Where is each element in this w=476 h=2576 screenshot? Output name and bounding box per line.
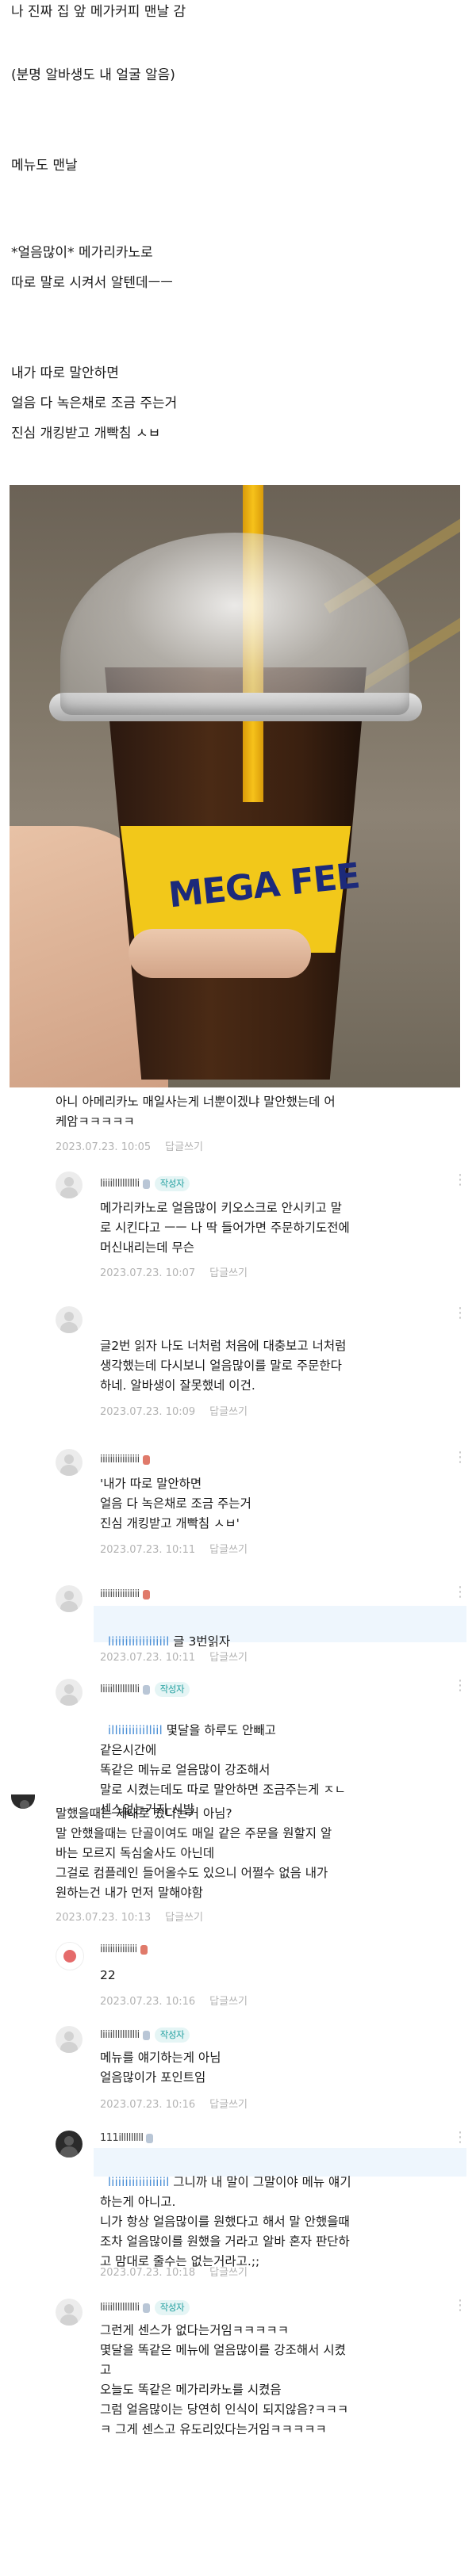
comment-text: 아니 아메리카노 매일사는게 너뿐이겠냐 말안했는데 어 케암ㅋㅋㅋㅋㅋ [56, 1095, 336, 1129]
grade-icon [140, 1944, 148, 1955]
avatar[interactable] [56, 1679, 83, 1706]
finger [129, 929, 311, 978]
post-line-4: *얼음많이* 메가리카노로 [11, 245, 153, 261]
mention-link[interactable]: illiiiiiiiilliil [108, 1723, 163, 1737]
comment-text: 그런게 센스가 없다는거임ㅋㅋㅋㅋㅋ 몇달을 똑같은 메뉴에 얼음많이를 강조해… [100, 2323, 349, 2436]
reply-button[interactable]: 답글쓰기 [209, 1544, 248, 1556]
comment-meta: 2023.07.23. 10:16 답글쓰기 [100, 2096, 248, 2111]
reply-button[interactable]: 답글쓰기 [209, 2099, 248, 2111]
writer-badge: 작성자 [154, 2028, 190, 2043]
more-options-icon[interactable]: ⋮ [453, 1171, 468, 1188]
avatar[interactable] [56, 2026, 83, 2053]
more-options-icon[interactable]: ⋮ [453, 2129, 468, 2146]
comment-meta: 2023.07.23. 10:07 답글쓰기 [100, 1264, 248, 1279]
more-options-icon[interactable]: ⋮ [453, 1677, 468, 1694]
comment-text: 22 [100, 1968, 116, 1982]
comment-date: 2023.07.23. 10:18 [100, 2267, 196, 2279]
comment-text: 메가리카노로 얼음많이 키오스크로 안시키고 말 로 시킨다고 ㅡㅡ 나 딱 들… [100, 1201, 350, 1255]
comment-meta: 2023.07.23. 10:18 답글쓰기 [100, 2264, 248, 2279]
comment-author[interactable]: iiiiiiiiiiiiiiii [100, 1588, 150, 1600]
avatar[interactable] [56, 1585, 83, 1612]
comment-date: 2023.07.23. 10:05 [56, 1141, 152, 1153]
more-options-icon[interactable]: ⋮ [453, 1584, 468, 1600]
post-line-6: 내가 따로 말안하면 [11, 365, 119, 381]
comment-author[interactable]: liiiilllllllllli 작성자 [100, 2300, 190, 2315]
comment-author[interactable]: liiiilllllllllli 작성자 [100, 1176, 190, 1191]
avatar[interactable] [56, 1449, 83, 1476]
comment-date: 2023.07.23. 10:16 [100, 1996, 196, 2008]
writer-badge: 작성자 [154, 1682, 190, 1697]
grade-icon [146, 2133, 154, 2143]
comment-date: 2023.07.23. 10:07 [100, 1267, 196, 1279]
avatar[interactable] [56, 2131, 83, 2157]
reply-button[interactable]: 답글쓰기 [165, 1141, 203, 1153]
comment-date: 2023.07.23. 10:11 [100, 1652, 196, 1664]
post-line-5: 따로 말로 시켜서 알텐데ㅡㅡ [11, 275, 173, 291]
avatar[interactable] [56, 1171, 83, 1198]
comment-author[interactable]: liiiilllllllllli 작성자 [100, 1682, 190, 1697]
grade-icon [142, 1589, 150, 1599]
comment-author[interactable]: liiiilllllllllli 작성자 [100, 2028, 190, 2043]
post-photo[interactable]: MEGA FEE [10, 485, 460, 1087]
comment-text: illiiiiiiiilliil 몇달을 하루도 안빼고 같은시간에 똑같은 메… [100, 1723, 346, 1817]
reply-button[interactable]: 답글쓰기 [209, 1406, 248, 1418]
grade-icon [142, 2030, 150, 2040]
more-options-icon[interactable]: ⋮ [453, 1449, 468, 1466]
comment-author[interactable]: iiiiiiiiiiiiiiii [100, 1454, 150, 1466]
post-line-8: 진심 개킹받고 개빡침 ㅅㅂ [11, 426, 161, 441]
comment-meta: 2023.07.23. 10:05 답글쓰기 [56, 1138, 203, 1153]
cup-dome-lid [60, 533, 409, 715]
mention-link[interactable]: liiiiiiiiiiiiiiiil [108, 2175, 170, 2189]
comment-date: 2023.07.23. 10:16 [100, 2099, 196, 2111]
comment-text: 메뉴를 얘기하는게 아님 얼음많이가 포인트임 [100, 2050, 221, 2085]
avatar[interactable] [56, 1306, 83, 1333]
grade-icon [142, 1684, 150, 1695]
writer-badge: 작성자 [154, 2300, 190, 2315]
writer-badge: 작성자 [154, 1176, 190, 1191]
comment-text: 말했을때는 제대로 줬다는거 아님? 말 안했을때는 단골이여도 매일 같은 주… [56, 1806, 332, 1900]
comment-text: liiiiiiiiiiiiiiiil 글 3번읽자 [107, 1634, 231, 1649]
mention-link[interactable]: liiiiiiiiiiiiiiiil [108, 1634, 170, 1649]
comment-meta: 2023.07.23. 10:11 답글쓰기 [100, 1541, 248, 1556]
more-options-icon[interactable]: ⋮ [453, 2297, 468, 2314]
grade-icon [142, 1179, 150, 1189]
avatar[interactable] [56, 2299, 83, 2326]
comment-text: 글2번 읽자 나도 너처럼 처음에 대충보고 너처럼 생각했는데 다시보니 얼음… [100, 1339, 347, 1393]
post-line-2: (분명 알바생도 내 얼굴 알음) [11, 67, 175, 83]
reply-button[interactable]: 답글쓰기 [165, 1912, 203, 1924]
avatar[interactable] [11, 1794, 35, 1809]
post-line-1: 나 진짜 집 앞 메가커피 맨날 감 [11, 4, 186, 20]
reply-button[interactable]: 답글쓰기 [209, 1996, 248, 2008]
comment-meta: 2023.07.23. 10:11 답글쓰기 [100, 1649, 248, 1664]
comment-date: 2023.07.23. 10:13 [56, 1912, 152, 1924]
comment-text: '내가 따로 말안하면 얼음 다 녹은채로 조금 주는거 진심 개킹받고 개빡침… [100, 1477, 251, 1531]
comment-text: liiiiiiiiiiiiiiiil 그니까 내 말이 그말이야 메뉴 얘기 하… [100, 2175, 351, 2268]
reply-button[interactable]: 답글쓰기 [209, 1652, 248, 1664]
post-line-7: 얼음 다 녹은채로 조금 주는거 [11, 396, 178, 411]
grade-icon [142, 1454, 150, 1465]
comment-meta: 2023.07.23. 10:16 답글쓰기 [100, 1993, 248, 2008]
grade-icon [142, 2303, 150, 2313]
comment-meta: 2023.07.23. 10:13 답글쓰기 [56, 1909, 203, 1924]
reply-button[interactable]: 답글쓰기 [209, 1267, 248, 1279]
comment-meta: 2023.07.23. 10:09 답글쓰기 [100, 1403, 248, 1418]
comment-author[interactable]: iiiiiiiiiiiiiii [100, 1943, 148, 1955]
comment-date: 2023.07.23. 10:09 [100, 1406, 196, 1418]
comment-date: 2023.07.23. 10:11 [100, 1544, 196, 1556]
post-line-3: 메뉴도 맨날 [11, 158, 78, 174]
reply-button[interactable]: 답글쓰기 [209, 2267, 248, 2279]
comment-author[interactable]: 111illlllllll [100, 2132, 154, 2144]
avatar[interactable] [56, 1942, 84, 1970]
more-options-icon[interactable]: ⋮ [453, 1305, 468, 1321]
